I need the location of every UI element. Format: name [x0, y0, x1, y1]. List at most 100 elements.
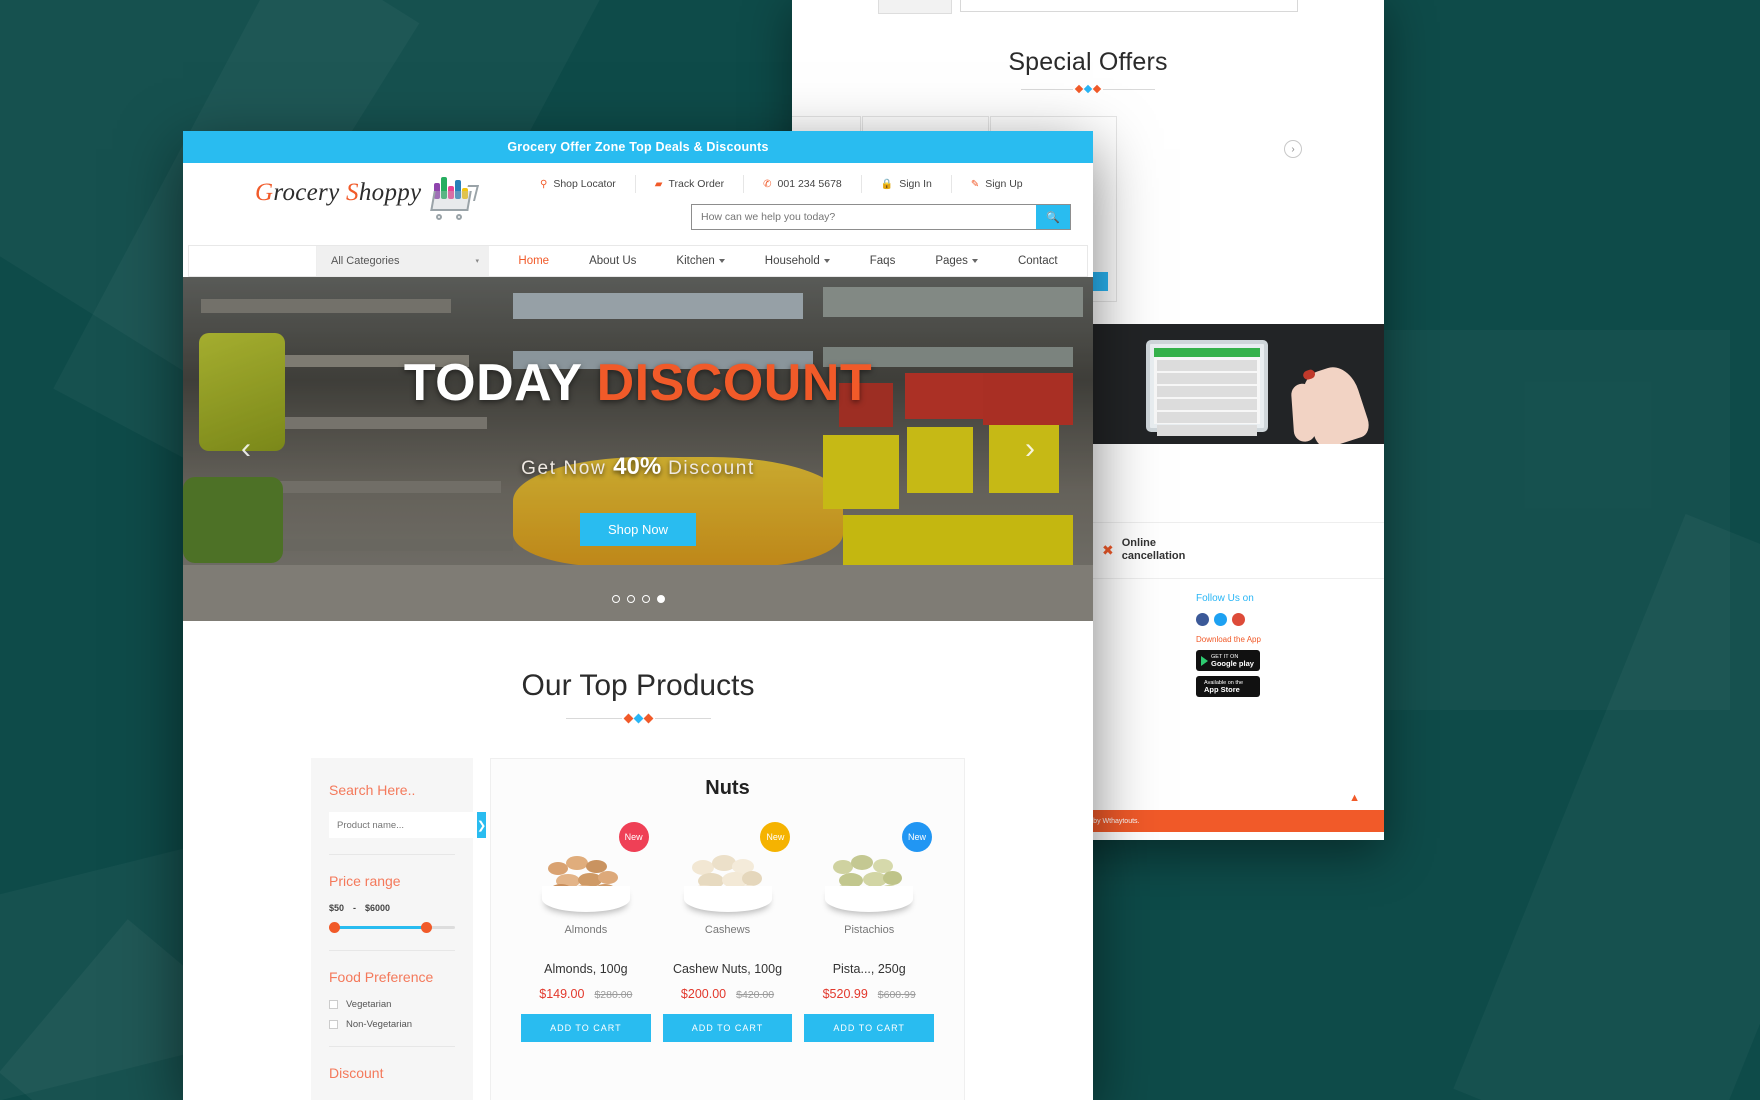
nav-item-kitchen[interactable]: Kitchen [676, 255, 725, 267]
hero-next-button[interactable]: › [1025, 432, 1035, 466]
product-grid: New Almonds Almonds, 100g $149.00 $280.0… [515, 822, 940, 1042]
slider-knob-max[interactable] [421, 922, 432, 933]
product-caption: Cashews [704, 924, 751, 936]
sign-in-link[interactable]: 🔒 Sign In [862, 175, 952, 193]
header-search-row: 🔍 🛒 [691, 204, 1093, 230]
shop-locator-link[interactable]: ⚲ Shop Locator [521, 175, 636, 193]
section-separator [183, 713, 1093, 724]
facebook-icon[interactable] [1196, 613, 1209, 627]
nav-item-household[interactable]: Household [765, 255, 830, 267]
product-image: New [521, 822, 651, 914]
hero-carousel[interactable]: TODAY DISCOUNT Get Now 40% Discount Shop… [183, 277, 1093, 621]
main-browser-page[interactable]: Grocery Offer Zone Top Deals & Discounts… [183, 131, 1093, 1100]
filter-non-vegetarian[interactable]: Non-Vegetarian [329, 1019, 455, 1030]
discount-title: Discount [329, 1065, 384, 1081]
twitter-icon[interactable] [1214, 613, 1227, 627]
product-price-row: $149.00 $280.00 [521, 987, 651, 1001]
google-plus-icon[interactable] [1232, 613, 1245, 627]
footer-follow-title: Follow Us on [1196, 593, 1254, 605]
product-old-price: $600.99 [877, 989, 916, 1001]
social-links[interactable] [1196, 613, 1376, 627]
price-dash: - [353, 903, 357, 913]
product-caption: Almonds [564, 924, 608, 936]
product-name: Cashew Nuts, 100g [672, 962, 783, 976]
product-card-almonds[interactable]: New Almonds Almonds, 100g $149.00 $280.0… [515, 822, 657, 1042]
filter-search-box[interactable]: ❯ [329, 812, 487, 838]
nav-item-pages[interactable]: Pages [935, 255, 978, 267]
nav-left-spacer [189, 246, 317, 276]
slider-knob-min[interactable] [329, 922, 340, 933]
nav-item-faqs[interactable]: Faqs [870, 255, 896, 267]
checkbox-icon[interactable] [329, 1020, 338, 1029]
shop-now-button[interactable]: Shop Now [580, 512, 696, 546]
product-badge: New [902, 822, 933, 852]
product-filters-sidebar: Search Here.. ❯ Price range $50 - $6000 … [311, 758, 487, 1100]
search-button[interactable]: 🔍 [1036, 205, 1070, 229]
back-thumbnail [878, 0, 952, 14]
hero-dot-3[interactable] [641, 595, 650, 603]
search-box[interactable]: 🔍 [691, 204, 1071, 230]
hero-dots[interactable] [183, 595, 1093, 603]
all-categories-dropdown[interactable]: All Categories ▾ [317, 246, 489, 276]
product-name: Almonds, 100g [544, 962, 628, 976]
add-to-cart-button[interactable]: ADD TO CART [521, 1014, 651, 1042]
track-order-link[interactable]: ▰ Track Order [636, 175, 745, 193]
shopping-cart-icon [424, 177, 480, 221]
nav-item-about-us[interactable]: About Us [589, 255, 636, 267]
price-min: $50 [329, 903, 345, 913]
chevron-down-icon [718, 259, 725, 263]
add-to-cart-button[interactable]: ADD TO CART [804, 1014, 935, 1042]
hero-title: TODAY DISCOUNT [403, 353, 873, 412]
product-image: New [663, 822, 793, 914]
search-input[interactable] [692, 205, 1036, 229]
nav-item-home[interactable]: Home [518, 255, 549, 267]
edit-icon: ✎ [970, 178, 980, 190]
back-input-field[interactable] [960, 0, 1298, 12]
google-play-badge[interactable]: GET IT ON Google play [1196, 650, 1260, 672]
hero-dot-1[interactable] [611, 595, 620, 603]
product-caption: Pistachios [844, 924, 895, 936]
play-triangle-icon [1201, 655, 1208, 666]
hero-dot-2[interactable] [626, 595, 635, 603]
cancel-icon: ✖ [1102, 541, 1114, 558]
phone-number[interactable]: ✆ 001 234 5678 [744, 175, 862, 193]
product-card-cashews[interactable]: New Cashews Cashew Nuts, 100g $200.00 $4… [657, 822, 799, 1042]
chevron-down-icon [971, 259, 978, 263]
site-logo[interactable]: Grocery Shoppy [255, 177, 480, 221]
checkbox-icon[interactable] [329, 1000, 338, 1009]
price-range-slider[interactable] [329, 922, 455, 933]
product-name: Pista..., 250g [832, 962, 906, 976]
hero-dot-4[interactable] [656, 595, 665, 603]
pistachios-bowl-image [821, 840, 917, 914]
hand-illustration [1295, 361, 1373, 444]
footer-follow-col: Follow Us on Download the App GET IT ON G… [1196, 593, 1376, 702]
search-here-title: Search Here.. [329, 782, 416, 798]
add-to-cart-button[interactable]: ADD TO CART [662, 1014, 793, 1042]
product-card-pistachios[interactable]: New Pistachios Pista..., 250g $520.99 $6… [798, 822, 940, 1042]
logo-text: Grocery Shoppy [255, 179, 422, 206]
product-price: $149.00 [539, 987, 585, 1001]
product-price-row: $200.00 $420.00 [663, 987, 793, 1001]
product-price: $520.99 [822, 987, 868, 1001]
food-preference-title: Food Preference [329, 969, 434, 985]
section-separator [792, 84, 1384, 94]
nav-item-contact[interactable]: Contact [1018, 255, 1058, 267]
special-offers-title: Special Offers [1008, 48, 1168, 76]
app-store-badge[interactable]: Available on the App Store [1196, 676, 1260, 698]
phone-icon: ✆ [763, 178, 772, 190]
product-price-row: $520.99 $600.99 [804, 987, 934, 1001]
filter-vegetarian[interactable]: Vegetarian [329, 999, 455, 1010]
header-quick-links: ⚲ Shop Locator ▰ Track Order ✆ 001 234 5678… [521, 175, 1042, 193]
product-price: $200.00 [680, 987, 727, 1001]
product-badge: New [618, 822, 649, 852]
scroll-to-top-icon[interactable]: ▲ [1349, 792, 1360, 804]
chevron-down-icon [823, 259, 830, 263]
hero-prev-button[interactable]: ‹ [241, 432, 251, 466]
feature-item: ✖ Online cancellation [1088, 537, 1384, 565]
download-app-title: Download the App [1196, 635, 1261, 645]
carousel-next-button[interactable]: › [1284, 140, 1302, 158]
sign-up-link[interactable]: ✎ Sign Up [952, 175, 1042, 193]
filter-search-button[interactable]: ❯ [477, 812, 487, 838]
filter-search-input[interactable] [329, 812, 477, 838]
product-badge: New [760, 822, 791, 852]
